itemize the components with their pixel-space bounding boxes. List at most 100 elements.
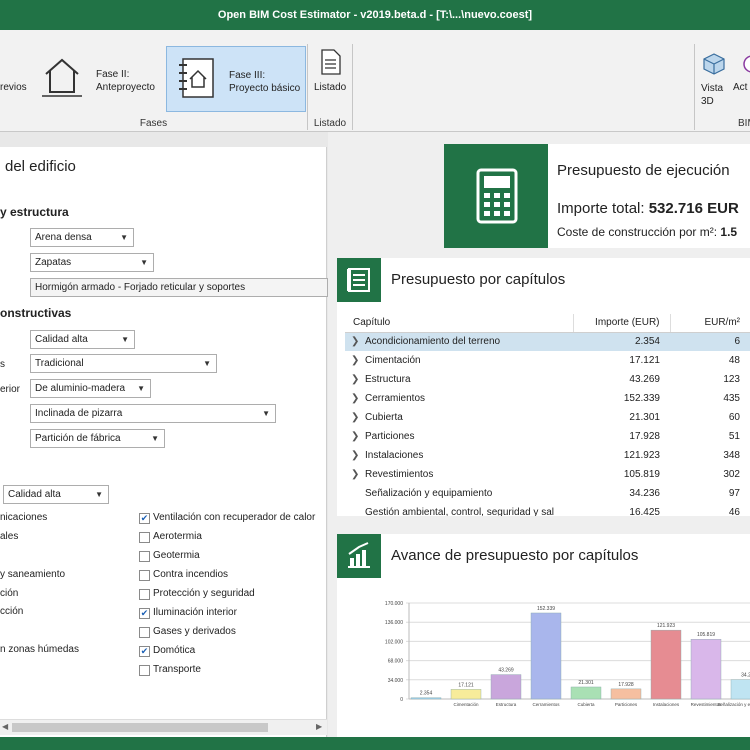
chevron-down-icon: ▼ <box>203 359 211 368</box>
importe-cell: 152.339 <box>623 393 660 404</box>
checkbox[interactable] <box>139 627 150 638</box>
calidad-select[interactable]: Calidad alta ▼ <box>30 330 135 349</box>
checkbox[interactable] <box>139 570 150 581</box>
chevron-right-icon[interactable]: ❯ <box>351 431 365 442</box>
eur-m2-cell: 435 <box>723 393 740 404</box>
actualizar-button[interactable]: Act <box>732 44 750 108</box>
left-item: cción <box>0 606 24 617</box>
eur-m2-cell: 48 <box>728 355 740 366</box>
chapter-cell: ❯ Acondicionamiento del terreno <box>345 332 573 351</box>
vista3d-button[interactable]: Vista 3D <box>698 44 728 108</box>
table-row[interactable]: ❯ Instalaciones 121.923 348 <box>345 446 750 465</box>
chapter-name: Particiones <box>365 431 415 442</box>
table-row[interactable]: ❯ Cimentación 17.121 48 <box>345 351 750 370</box>
chevron-right-icon[interactable]: ❯ <box>351 450 365 461</box>
importe-cell: 34.236 <box>629 488 660 499</box>
fase2-button[interactable]: Fase II: Anteproyecto <box>34 44 162 108</box>
data-label: 105.819 <box>697 632 715 638</box>
chevron-down-icon: ▼ <box>120 233 128 242</box>
checkbox-label[interactable]: Geotermia <box>153 550 200 561</box>
chapter-cell: ❯ Revestimientos <box>345 465 573 484</box>
column-header[interactable]: Capítulo <box>345 314 573 333</box>
checkbox-label[interactable]: Protección y seguridad <box>153 588 255 599</box>
estructura-select[interactable]: Hormigón armado - Forjado reticular y so… <box>30 278 328 297</box>
previos-button[interactable]: revios <box>0 44 30 108</box>
y-tick-label: 136.000 <box>385 620 403 626</box>
fase2-label: Fase II: Anteproyecto <box>96 69 155 93</box>
chevron-right-icon[interactable]: ❯ <box>351 393 365 404</box>
column-header[interactable]: Importe (EUR) <box>572 314 670 333</box>
chevron-down-icon: ▼ <box>151 434 159 443</box>
checkbox[interactable] <box>139 532 150 543</box>
checkbox[interactable]: ✔ <box>139 646 150 657</box>
separator <box>352 44 353 130</box>
chevron-down-icon: ▼ <box>137 384 145 393</box>
separator <box>694 44 695 130</box>
checkbox[interactable]: ✔ <box>139 513 150 524</box>
importe-cell: 21.301 <box>629 412 660 423</box>
checkbox[interactable]: ✔ <box>139 608 150 619</box>
checkbox-label[interactable]: Gases y derivados <box>153 626 236 637</box>
column-header[interactable]: EUR/m² <box>669 314 750 333</box>
carpinteria-select[interactable]: De aluminio-madera ▼ <box>30 379 151 398</box>
chart-bar <box>730 679 750 700</box>
fase3-button[interactable]: Fase III: Proyecto básico <box>166 46 306 112</box>
chevron-right-icon[interactable]: ❯ <box>351 412 365 423</box>
chevron-right-icon[interactable]: ❯ <box>351 374 365 385</box>
chapters-card: Presupuesto por capítulos Capítulo Impor… <box>337 258 750 516</box>
checkbox[interactable] <box>139 665 150 676</box>
sistema-select[interactable]: Tradicional ▼ <box>30 354 217 373</box>
refresh-icon <box>743 55 750 73</box>
chapter-cell: ❯ Cimentación <box>345 351 573 370</box>
table-row[interactable]: Gestión ambiental, control, seguridad y … <box>345 503 750 516</box>
chart-bar <box>410 697 442 700</box>
table-row[interactable]: ❯ Acondicionamiento del terreno 2.354 6 <box>345 332 750 351</box>
cubierta-select[interactable]: Inclinada de pizarra ▼ <box>30 404 276 423</box>
x-tick-label: Cimentación <box>453 702 479 707</box>
progress-bar-chart: 0 34.000 68.000 102.000 136.000 170.000 2.354 1… <box>385 601 750 707</box>
listado-button[interactable]: Listado <box>310 44 350 108</box>
terreno-select[interactable]: Arena densa ▼ <box>30 228 134 247</box>
bar-chart-icon-box <box>337 534 381 578</box>
chevron-right-icon[interactable]: ❯ <box>351 336 365 347</box>
checkbox-label[interactable]: Iluminación interior <box>153 607 237 618</box>
terreno-select-value: Arena densa <box>35 232 92 243</box>
checkbox-label[interactable]: Ventilación con recuperador de calor <box>153 512 315 523</box>
m2-label: Coste de construcción por m²: <box>557 225 718 239</box>
horizontal-scrollbar[interactable]: ◀ ▶ <box>0 719 327 735</box>
table-row[interactable]: ❯ Estructura 43.269 123 <box>345 370 750 389</box>
particion-select[interactable]: Partición de fábrica ▼ <box>30 429 165 448</box>
fase3-label: Fase III: Proyecto básico <box>229 70 301 94</box>
table-row[interactable]: Señalización y equipamiento 34.236 97 <box>345 484 750 503</box>
chapter-name: Acondicionamiento del terreno <box>365 336 501 348</box>
scroll-left-arrow[interactable]: ◀ <box>2 722 8 731</box>
panel-title: del edificio <box>5 158 76 175</box>
chevron-down-icon: ▼ <box>121 335 129 344</box>
chapter-name: Gestión ambiental, control, seguridad y … <box>365 507 554 516</box>
table-row[interactable]: ❯ Cubierta 21.301 60 <box>345 408 750 427</box>
estructura-select-value: Hormigón armado - Forjado reticular y so… <box>35 282 246 293</box>
table-row[interactable]: ❯ Cerramientos 152.339 435 <box>345 389 750 408</box>
group-label-fases: Fases <box>139 118 168 129</box>
checkbox-label[interactable]: Transporte <box>153 664 201 675</box>
checkbox-label[interactable]: Contra incendios <box>153 569 228 580</box>
scroll-right-arrow[interactable]: ▶ <box>316 722 322 731</box>
chapter-name: Cubierta <box>365 412 403 423</box>
importe-cell: 121.923 <box>623 450 660 461</box>
checkbox-label[interactable]: Domótica <box>153 645 195 656</box>
chevron-right-icon[interactable]: ❯ <box>351 469 365 480</box>
data-label: 121.923 <box>657 623 675 629</box>
chapter-cell: ❯ Estructura <box>345 370 573 389</box>
cimentacion-select[interactable]: Zapatas ▼ <box>30 253 154 272</box>
checkbox[interactable] <box>139 589 150 600</box>
chevron-right-icon[interactable]: ❯ <box>351 355 365 366</box>
scroll-thumb[interactable] <box>12 723 268 732</box>
status-bar <box>0 737 750 750</box>
calculator-icon <box>476 168 518 224</box>
checkbox[interactable] <box>139 551 150 562</box>
table-row[interactable]: ❯ Revestimientos 105.819 302 <box>345 465 750 484</box>
instalaciones-calidad-select[interactable]: Calidad alta ▼ <box>3 485 109 504</box>
table-row[interactable]: ❯ Particiones 17.928 51 <box>345 427 750 446</box>
checkbox-label[interactable]: Aerotermia <box>153 531 202 542</box>
chart-bar <box>570 686 602 700</box>
